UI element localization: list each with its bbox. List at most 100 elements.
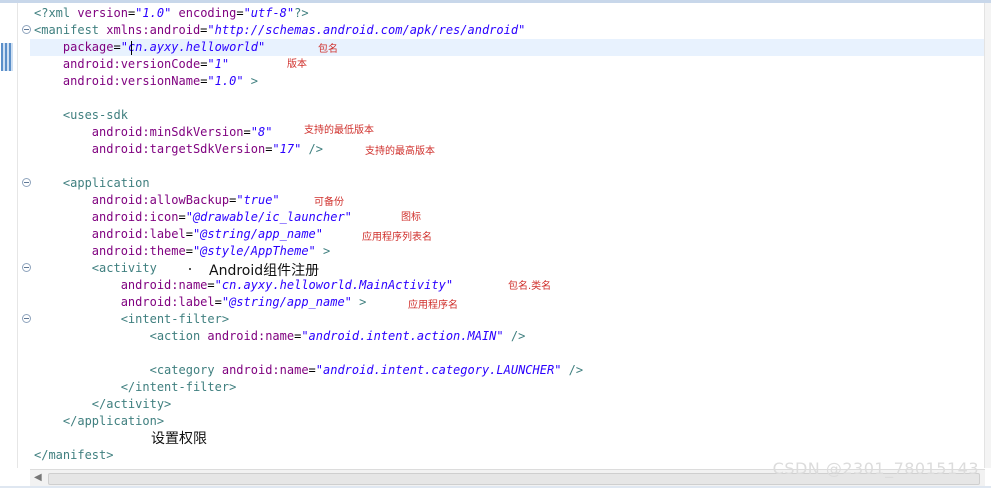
attribute-value: "8" xyxy=(250,125,273,139)
xml-token: > xyxy=(243,74,258,88)
xml-token: <application xyxy=(34,176,150,190)
code-line[interactable]: <action android:name="android.intent.act… xyxy=(34,328,526,345)
xml-token: > xyxy=(315,244,331,258)
attribute-name: android:name xyxy=(207,329,295,343)
attribute-name: android:icon xyxy=(91,210,179,224)
code-line[interactable]: <category android:name="android.intent.c… xyxy=(34,362,584,379)
code-line[interactable]: <manifest xmlns:android="http://schemas.… xyxy=(34,22,525,39)
attribute-name: package xyxy=(62,40,114,54)
attribute-value: "@string/app_name" xyxy=(192,227,323,241)
xml-token: /> xyxy=(503,329,526,343)
xml-token: = xyxy=(113,40,121,54)
xml-token: = xyxy=(185,244,193,258)
attribute-name: android:versionCode xyxy=(62,57,201,71)
annotation-target-sdk: 支持的最高版本 xyxy=(365,146,435,157)
xml-token: </manifest> xyxy=(34,448,114,462)
code-line[interactable]: android:theme="@style/AppTheme" > xyxy=(34,243,330,260)
xml-token: = xyxy=(178,210,186,224)
callout-permissions: 设置权限 xyxy=(151,431,207,447)
attribute-name: encoding xyxy=(178,6,237,20)
code-line[interactable]: <intent-filter> xyxy=(34,311,229,328)
xml-token xyxy=(34,40,63,54)
xml-token: </activity> xyxy=(34,397,172,411)
scroll-left-icon[interactable]: ◀ xyxy=(34,472,42,483)
annotation-version: 版本 xyxy=(287,59,307,70)
annotation-package: 包名 xyxy=(318,44,338,55)
xml-token: /> xyxy=(561,363,584,377)
xml-token: <category xyxy=(34,363,222,377)
xml-token xyxy=(34,57,63,71)
fold-toggle-icon[interactable] xyxy=(22,25,31,34)
code-line[interactable]: package="cn.ayxy.helloworld" xyxy=(34,39,265,56)
xml-token: = xyxy=(185,227,193,241)
attribute-name: android:label xyxy=(120,295,215,309)
xml-token: = xyxy=(243,125,251,139)
xml-token: = xyxy=(207,278,215,292)
callout-dot xyxy=(189,268,191,270)
fold-toggle-icon[interactable] xyxy=(22,263,31,272)
code-line[interactable]: android:icon="@drawable/ic_launcher" xyxy=(34,209,352,226)
attribute-value: "1.0" xyxy=(135,6,172,20)
attribute-name: android:theme xyxy=(91,244,186,258)
attribute-value: "android.intent.action.MAIN" xyxy=(301,329,504,343)
attribute-value: "1.0" xyxy=(207,74,244,88)
attribute-value: "@drawable/ic_launcher" xyxy=(185,210,352,224)
code-line[interactable]: android:allowBackup="true" xyxy=(34,192,280,209)
xml-token: = xyxy=(214,295,222,309)
code-line[interactable]: android:label="@string/app_name" xyxy=(34,226,323,243)
attribute-name: version xyxy=(77,6,128,20)
xml-token: /> xyxy=(301,142,324,156)
attribute-name: android:minSdkVersion xyxy=(91,125,244,139)
xml-token xyxy=(34,244,92,258)
attribute-name: android:name xyxy=(120,278,208,292)
attribute-value: "android.intent.category.LAUNCHER" xyxy=(315,363,562,377)
xml-token xyxy=(34,193,92,207)
code-line[interactable]: android:minSdkVersion="8" xyxy=(34,124,273,141)
annotation-min-sdk: 支持的最低版本 xyxy=(304,125,374,136)
code-line[interactable]: </activity> xyxy=(34,396,171,413)
code-line[interactable]: android:versionName="1.0" > xyxy=(34,73,258,90)
xml-token: <action xyxy=(34,329,208,343)
attribute-value: "@string/app_name" xyxy=(221,295,352,309)
xml-token: </intent-filter> xyxy=(34,380,237,394)
xml-token xyxy=(34,210,92,224)
xml-token xyxy=(34,74,63,88)
attribute-value: "utf-8" xyxy=(243,6,295,20)
xml-token: <activity xyxy=(34,261,157,275)
xml-token: <intent-filter> xyxy=(34,312,230,326)
attribute-value: "1" xyxy=(207,57,230,71)
change-marker xyxy=(1,43,13,71)
editor-gutter xyxy=(0,3,18,468)
window-top-border xyxy=(0,0,991,3)
code-line[interactable]: <uses-sdk xyxy=(34,107,128,124)
annotation-allow-backup: 可备份 xyxy=(314,197,344,208)
code-line[interactable]: </application> xyxy=(34,413,164,430)
code-line[interactable]: android:targetSdkVersion="17" /> xyxy=(34,141,323,158)
attribute-name: xmlns:android xyxy=(106,23,201,37)
attribute-value: "http://schemas.android.com/apk/res/andr… xyxy=(207,23,526,37)
attribute-name: android:allowBackup xyxy=(91,193,230,207)
code-line[interactable]: android:versionCode="1" xyxy=(34,56,229,73)
xml-token: = xyxy=(236,6,244,20)
xml-token: </application> xyxy=(34,414,165,428)
code-line[interactable]: </manifest> xyxy=(34,447,113,464)
attribute-value: "cn.ayxy.helloworld.MainActivity" xyxy=(214,278,454,292)
vertical-scrollbar[interactable] xyxy=(984,3,991,468)
xml-token xyxy=(34,295,121,309)
fold-toggle-icon[interactable] xyxy=(22,314,31,323)
attribute-value: "@style/AppTheme" xyxy=(192,244,316,258)
xml-token xyxy=(34,125,92,139)
attribute-value: "cn.ayxy.helloworld" xyxy=(120,40,266,54)
callout-component-register: Android组件注册 xyxy=(209,263,320,279)
xml-token: <?xml xyxy=(34,6,78,20)
code-line[interactable]: <activity xyxy=(34,260,157,277)
xml-token xyxy=(171,6,178,20)
code-line[interactable]: <application xyxy=(34,175,150,192)
code-line[interactable]: android:label="@string/app_name" > xyxy=(34,294,367,311)
xml-token: <manifest xyxy=(34,23,107,37)
code-line[interactable]: <?xml version="1.0" encoding="utf-8"?> xyxy=(34,5,309,22)
xml-token xyxy=(34,278,121,292)
annotation-activity-label: 应用程序名 xyxy=(408,300,458,311)
code-line[interactable]: </intent-filter> xyxy=(34,379,237,396)
fold-toggle-icon[interactable] xyxy=(22,178,31,187)
